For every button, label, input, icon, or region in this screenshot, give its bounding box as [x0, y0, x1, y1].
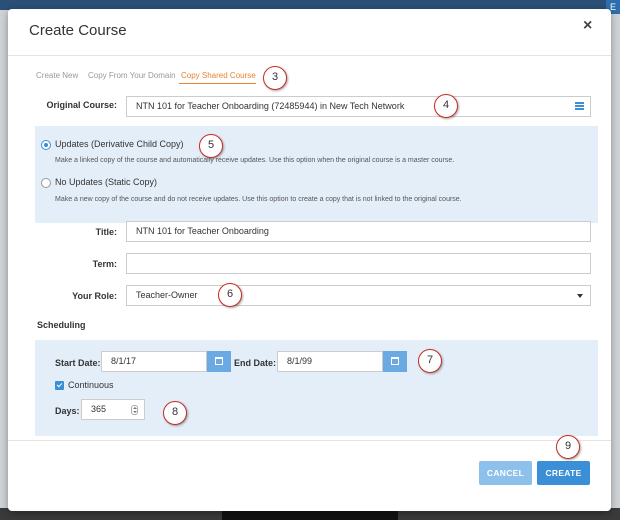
callout-badge-6: 6 — [218, 283, 242, 307]
updates-radio-label[interactable]: Updates (Derivative Child Copy) — [55, 139, 184, 149]
days-field[interactable]: 365 — [81, 399, 145, 420]
close-icon[interactable]: × — [583, 18, 592, 34]
start-date-label: Start Date: — [55, 358, 101, 368]
title-field[interactable]: NTN 101 for Teacher Onboarding — [126, 221, 591, 242]
term-field[interactable] — [126, 253, 591, 274]
title-label: Title: — [95, 227, 117, 237]
callout-badge-8: 8 — [163, 401, 187, 425]
chevron-down-icon — [577, 294, 583, 298]
continuous-checkbox[interactable] — [55, 381, 64, 390]
calendar-icon — [215, 357, 223, 365]
calendar-icon — [391, 357, 399, 365]
days-value: 365 — [91, 404, 107, 414]
no-updates-radio[interactable] — [41, 178, 51, 188]
original-course-label: Original Course: — [46, 100, 117, 110]
end-date-calendar-button[interactable] — [383, 351, 407, 372]
copy-options-panel: Updates (Derivative Child Copy) Make a l… — [35, 126, 598, 223]
no-updates-description: Make a new copy of the course and do not… — [55, 196, 462, 203]
start-date-field[interactable]: 8/1/17 — [101, 351, 207, 372]
active-tab-underline — [179, 83, 256, 84]
cancel-button[interactable]: CANCEL — [479, 461, 532, 485]
callout-badge-5: 5 — [199, 134, 223, 158]
modal-title: Create Course — [29, 22, 127, 39]
term-label: Term: — [92, 259, 117, 269]
footer-divider — [8, 440, 611, 441]
callout-badge-4: 4 — [434, 94, 458, 118]
start-date-calendar-button[interactable] — [207, 351, 231, 372]
tab-create-new[interactable]: Create New — [36, 71, 78, 80]
updates-description: Make a linked copy of the course and aut… — [55, 157, 455, 164]
create-button[interactable]: CREATE — [537, 461, 590, 485]
days-label: Days: — [55, 406, 80, 416]
scheduling-panel: Start Date: 8/1/17 End Date: 8/1/99 Cont… — [35, 340, 598, 436]
callout-badge-7: 7 — [418, 349, 442, 373]
original-course-field[interactable]: NTN 101 for Teacher Onboarding (72485944… — [126, 96, 591, 117]
original-course-value: NTN 101 for Teacher Onboarding (72485944… — [136, 101, 405, 111]
continuous-label[interactable]: Continuous — [68, 380, 114, 390]
no-updates-radio-label[interactable]: No Updates (Static Copy) — [55, 177, 157, 187]
role-select[interactable]: Teacher-Owner — [126, 285, 591, 306]
role-select-value: Teacher-Owner — [136, 290, 198, 300]
list-icon[interactable] — [575, 102, 584, 110]
role-label: Your Role: — [72, 291, 117, 301]
updates-radio[interactable] — [41, 140, 51, 150]
callout-badge-3: 3 — [263, 66, 287, 90]
tab-copy-from-your-domain[interactable]: Copy From Your Domain — [88, 71, 176, 80]
tab-copy-shared-course[interactable]: Copy Shared Course — [181, 71, 256, 80]
scheduling-title: Scheduling — [37, 320, 86, 330]
header-divider — [8, 55, 611, 56]
end-date-field[interactable]: 8/1/99 — [277, 351, 383, 372]
number-stepper-icon[interactable] — [131, 405, 138, 415]
create-course-modal: Create Course × Create New Copy From You… — [8, 9, 611, 511]
callout-badge-9: 9 — [556, 435, 580, 459]
end-date-label: End Date: — [234, 358, 277, 368]
